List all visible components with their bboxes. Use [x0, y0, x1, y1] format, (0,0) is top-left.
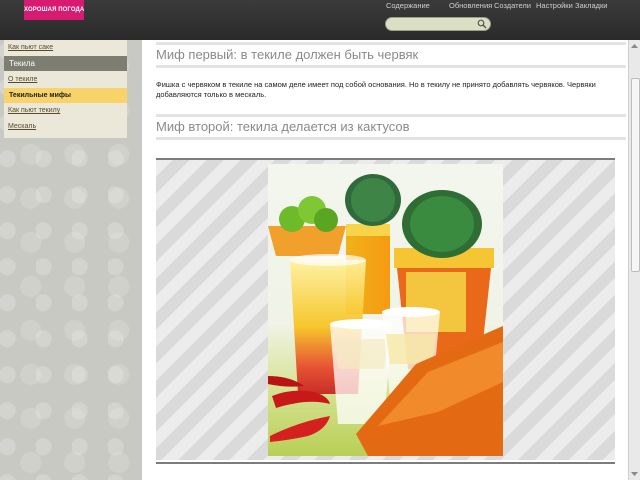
sidebar-link-sake[interactable]: Как пьют саке: [8, 44, 53, 51]
vertical-scrollbar[interactable]: [628, 40, 640, 480]
search-box: [385, 17, 491, 31]
nav-settings[interactable]: Настройки: [536, 1, 573, 10]
sidebar-item-tequila-myths[interactable]: Текильные мифы: [4, 88, 127, 103]
scroll-up-icon[interactable]: [630, 42, 639, 50]
heading-myth-one: Миф первый: в текиле должен быть червяк: [156, 42, 626, 68]
sidebar-section-tequila: Текила: [4, 56, 127, 71]
article-content: Миф первый: в текиле должен быть червяк …: [142, 40, 628, 480]
tequila-cactus-photo: [268, 164, 503, 456]
scroll-thumb[interactable]: [631, 78, 640, 272]
nav-bookmarks[interactable]: Закладки: [575, 1, 607, 10]
top-bar: ХОРОШАЯ ПОГОДА. Содержание Обновления Со…: [0, 0, 640, 40]
nav-creators[interactable]: Создатели: [494, 1, 531, 10]
search-input[interactable]: [390, 18, 476, 30]
sidebar-item-about-tequila[interactable]: О текиле: [8, 76, 37, 83]
heading-myth-two: Миф второй: текила делается из кактусов: [156, 114, 626, 140]
sidebar-menu: Как пьют саке Текила О текиле Текильные …: [4, 40, 127, 138]
sidebar-item-how-to-drink[interactable]: Как пьют текилу: [8, 107, 60, 114]
search-icon[interactable]: [477, 19, 487, 29]
sidebar-item-mezcal[interactable]: Мескаль: [8, 123, 36, 130]
image-frame-bottom: [156, 462, 615, 464]
nav-contents[interactable]: Содержание: [386, 1, 430, 10]
site-logo[interactable]: ХОРОШАЯ ПОГОДА.: [24, 0, 84, 20]
nav-updates[interactable]: Обновления: [449, 1, 492, 10]
scroll-down-icon[interactable]: [630, 470, 639, 478]
sidebar: Как пьют саке Текила О текиле Текильные …: [0, 40, 142, 480]
paragraph-myth-one: Фишка с червяком в текиле на самом деле …: [156, 80, 596, 99]
image-frame: [156, 158, 615, 460]
